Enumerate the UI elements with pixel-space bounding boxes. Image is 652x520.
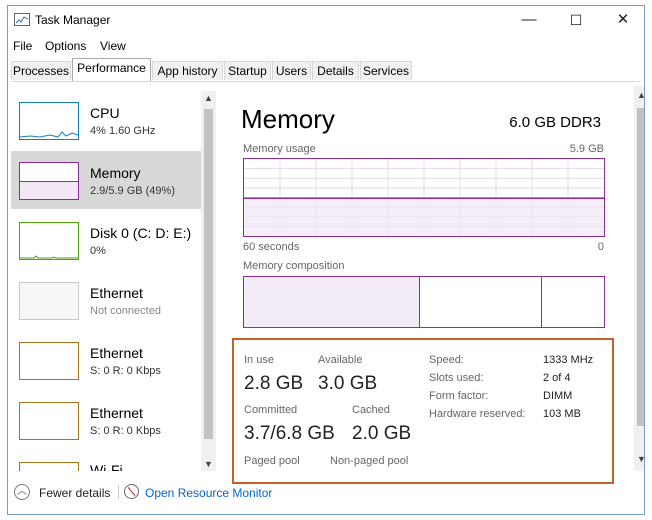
chevron-up-icon[interactable]: ︿ [14, 484, 30, 500]
usage-label: Memory usage [243, 143, 316, 155]
scroll-down-icon[interactable]: ▼ [634, 452, 644, 466]
sidebar-item-ethernet-1[interactable]: Ethernet Not connected [11, 271, 201, 329]
in-use-value: 2.8 GB [244, 373, 304, 394]
sidebar-item-label: Ethernet [90, 345, 143, 361]
committed-label: Committed [244, 404, 298, 416]
sidebar-item-wifi[interactable]: Wi-Fi [11, 451, 201, 471]
open-resource-monitor-link[interactable]: Open Resource Monitor [145, 486, 272, 500]
resource-monitor-icon[interactable] [124, 484, 139, 499]
ethernet-graph-icon [19, 342, 79, 380]
sidebar-item-subtext: S: 0 R: 0 Kbps [90, 365, 161, 377]
disk-graph-icon [19, 222, 79, 260]
menu-view[interactable]: View [100, 39, 126, 53]
minimize-button[interactable]: — [506, 6, 552, 34]
resource-list: CPU 4% 1.60 GHz Memory 2.9/5.9 GB (49%) … [11, 86, 216, 471]
in-use-label: In use [244, 354, 274, 366]
sidebar-item-cpu[interactable]: CPU 4% 1.60 GHz [11, 91, 201, 149]
sidebar-item-subtext: 4% 1.60 GHz [90, 125, 156, 137]
sidebar-item-subtext: S: 0 R: 0 Kbps [90, 425, 161, 437]
tab-strip: Processes Performance App history Startu… [11, 58, 641, 81]
committed-value: 3.7/6.8 GB [244, 423, 335, 444]
nonpaged-pool-label: Non-paged pool [330, 455, 409, 467]
paged-pool-label: Paged pool [244, 455, 300, 467]
sidebar-item-label: Disk 0 (C: D: E:) [90, 225, 192, 241]
menu-options[interactable]: Options [45, 39, 86, 53]
sidebar-item-label: Ethernet [90, 285, 143, 301]
scrollbar-thumb[interactable] [637, 108, 644, 426]
sidebar-item-memory[interactable]: Memory 2.9/5.9 GB (49%) [11, 151, 201, 209]
tab-services[interactable]: Services [360, 61, 412, 80]
speed-label: Speed: [429, 354, 464, 366]
wifi-graph-icon [19, 462, 79, 471]
time-right-label: 0 [597, 241, 604, 253]
hardware-reserved-label: Hardware reserved: [429, 408, 526, 420]
slots-value: 2 of 4 [543, 372, 571, 384]
task-manager-window: Task Manager — ☐ ✕ File Options View Pro… [7, 5, 645, 515]
slots-label: Slots used: [429, 372, 484, 384]
usage-max: 5.9 GB [569, 143, 604, 155]
tab-startup[interactable]: Startup [224, 61, 271, 80]
sidebar-item-label: Wi-Fi [90, 462, 123, 471]
scrollbar-thumb[interactable] [204, 109, 213, 439]
available-label: Available [318, 354, 363, 366]
cached-value: 2.0 GB [352, 423, 412, 444]
speed-value: 1333 MHz [543, 354, 594, 366]
ethernet-graph-icon [19, 282, 79, 320]
available-value: 3.0 GB [318, 373, 378, 394]
memory-graph-icon [19, 162, 79, 200]
sidebar-item-subtext: 2.9/5.9 GB (49%) [90, 185, 175, 197]
time-left-label: 60 seconds [243, 241, 300, 253]
sidebar-item-subtext: 0% [90, 245, 106, 257]
memory-stats-box: In use Available 2.8 GB 3.0 GB Committed… [232, 338, 614, 484]
scroll-up-icon[interactable]: ▲ [634, 88, 644, 102]
memory-spec: 6.0 GB DDR3 [509, 114, 601, 131]
cached-label: Cached [352, 404, 390, 416]
usage-fill [244, 198, 604, 236]
form-factor-value: DIMM [543, 390, 573, 402]
tab-performance[interactable]: Performance [72, 58, 151, 81]
detail-scrollbar[interactable]: ▲ ▼ [634, 86, 644, 471]
footer-divider [118, 485, 119, 499]
sidebar-scrollbar[interactable]: ▲ ▼ [201, 91, 216, 471]
close-button[interactable]: ✕ [600, 6, 644, 34]
in-use-segment [244, 277, 420, 327]
page-title: Memory [241, 104, 335, 134]
cpu-graph-icon [19, 102, 79, 140]
tab-divider [11, 81, 641, 82]
menu-file[interactable]: File [13, 39, 32, 53]
title-bar: Task Manager — ☐ ✕ [8, 6, 644, 34]
composition-label: Memory composition [243, 260, 345, 272]
sidebar-item-label: CPU [90, 105, 120, 121]
ethernet-graph-icon [19, 402, 79, 440]
maximize-button[interactable]: ☐ [553, 6, 599, 34]
memory-usage-graph [243, 158, 605, 237]
standby-divider [541, 277, 542, 327]
window-title: Task Manager [35, 13, 111, 27]
sidebar-item-disk[interactable]: Disk 0 (C: D: E:) 0% [11, 211, 201, 269]
sidebar-item-label: Memory [90, 165, 141, 181]
tab-processes[interactable]: Processes [11, 61, 71, 80]
tab-users[interactable]: Users [272, 61, 311, 80]
fewer-details-link[interactable]: Fewer details [39, 486, 110, 500]
footer-bar: ︿ Fewer details Open Resource Monitor [8, 480, 644, 510]
scroll-up-icon[interactable]: ▲ [201, 91, 216, 105]
form-factor-label: Form factor: [429, 390, 489, 402]
sidebar-item-subtext: Not connected [90, 305, 161, 317]
scroll-down-icon[interactable]: ▼ [201, 457, 216, 471]
memory-composition-bar [243, 276, 605, 328]
task-manager-icon [14, 13, 30, 26]
sidebar-item-label: Ethernet [90, 405, 143, 421]
tab-app-history[interactable]: App history [152, 61, 223, 80]
sidebar-item-ethernet-3[interactable]: Ethernet S: 0 R: 0 Kbps [11, 391, 201, 449]
sidebar-item-ethernet-2[interactable]: Ethernet S: 0 R: 0 Kbps [11, 331, 201, 389]
hardware-reserved-value: 103 MB [543, 408, 581, 420]
tab-details[interactable]: Details [312, 61, 359, 80]
